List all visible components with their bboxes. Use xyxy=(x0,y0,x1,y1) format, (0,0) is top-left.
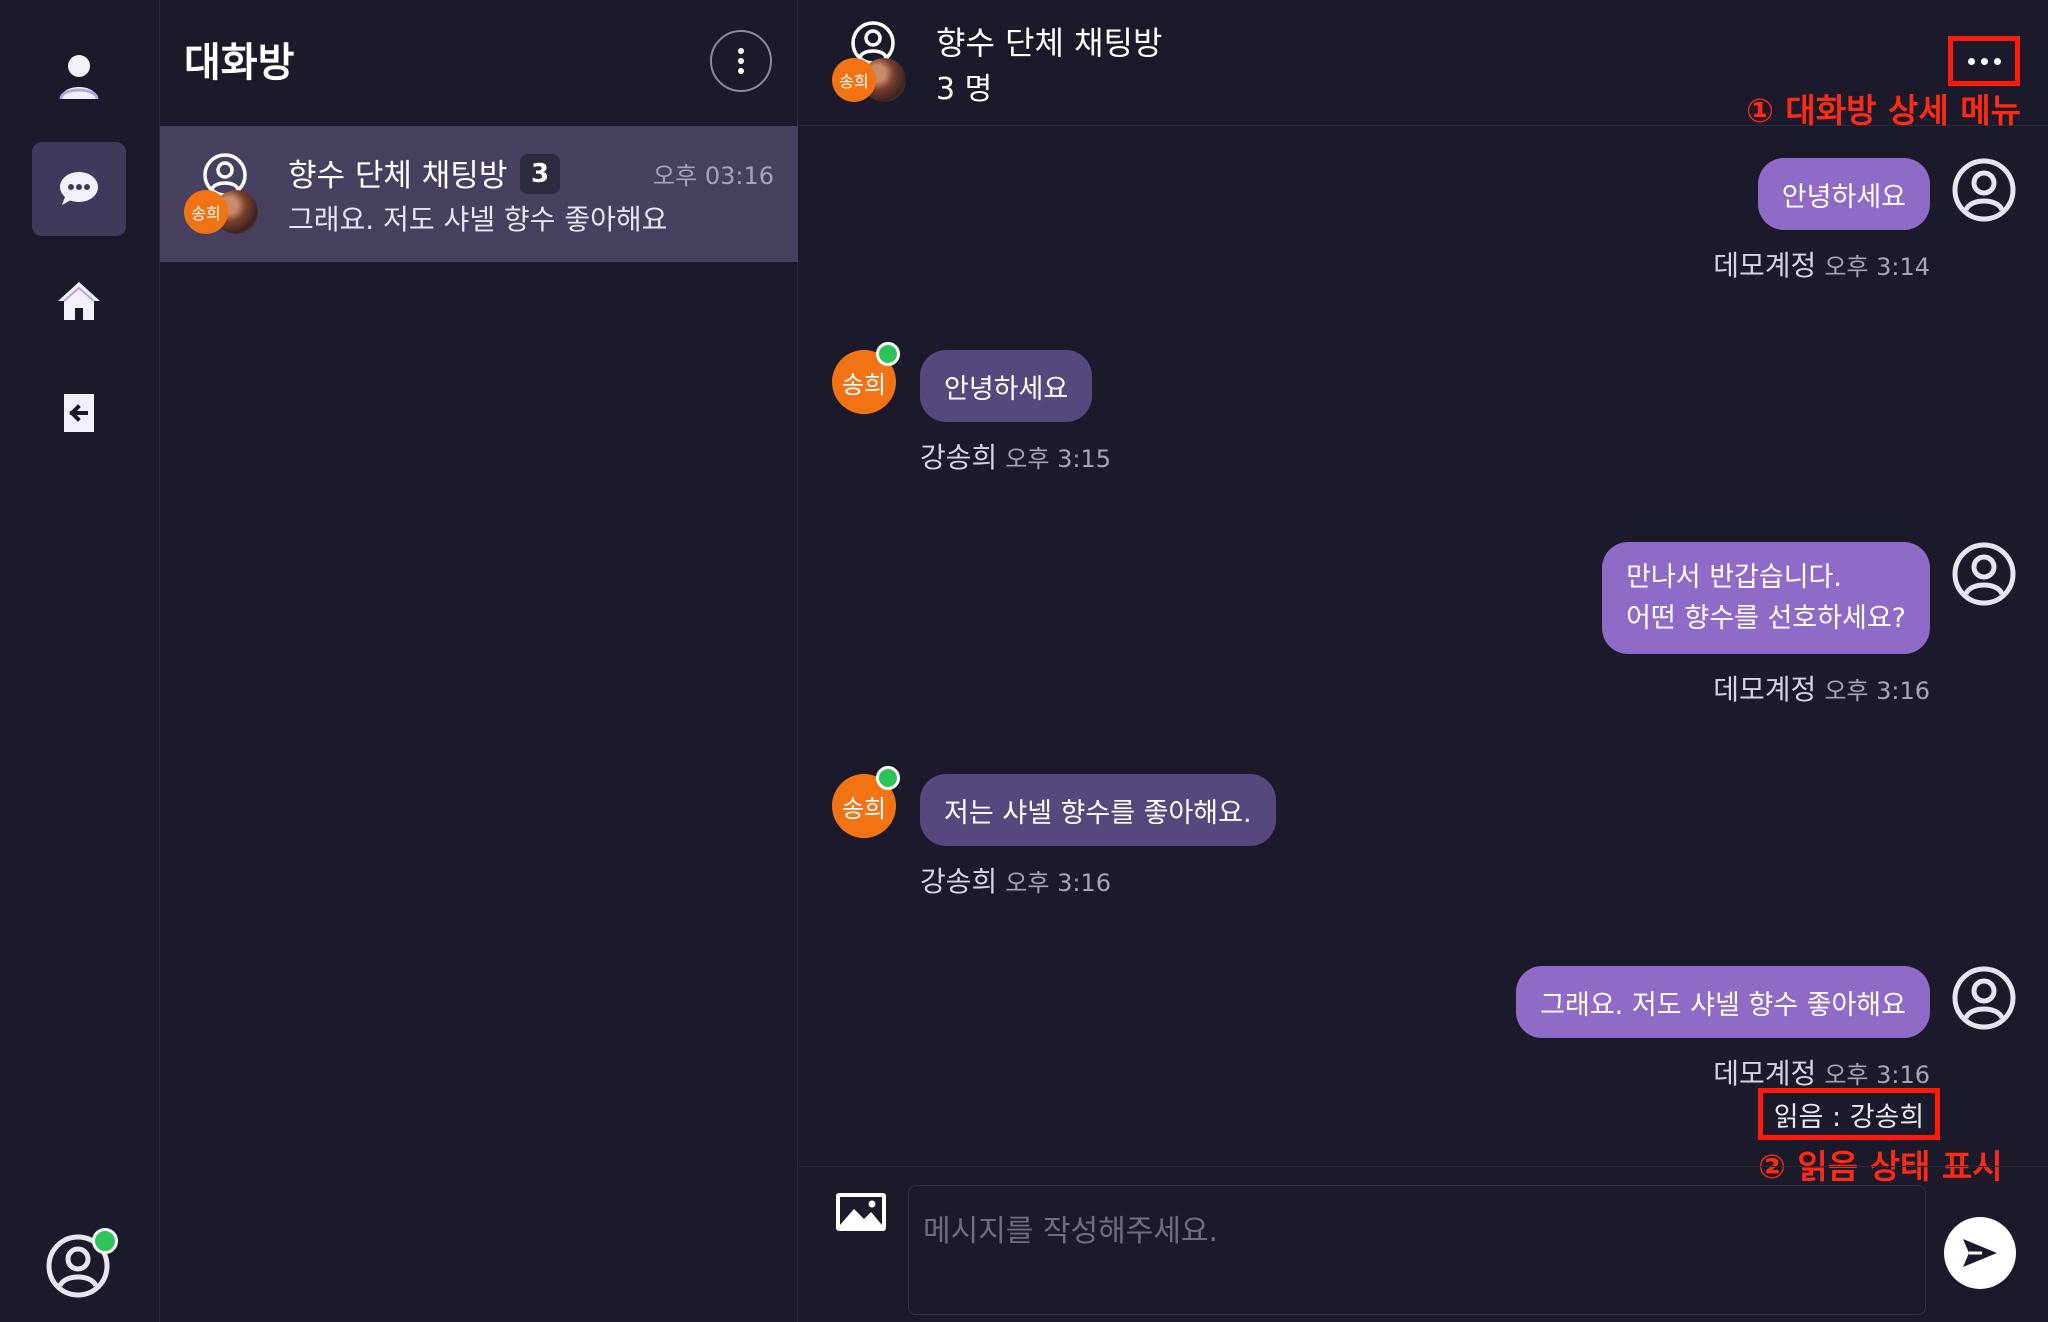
chat-title: 향수 단체 채팅방 xyxy=(936,24,1163,62)
chat-member-count: 3 명 xyxy=(936,72,993,107)
read-status-label: 읽음 : 강송희 xyxy=(1758,1088,1940,1140)
sender-name: 데모계정 xyxy=(1713,249,1817,282)
message-meta: 데모계정 오후 3:16 xyxy=(1713,1052,1930,1092)
online-status-dot xyxy=(876,342,900,366)
member-count-badge: 3 xyxy=(520,154,560,194)
vertical-dots-icon xyxy=(738,48,744,74)
chat-bubble-icon xyxy=(60,172,98,205)
room-list-item[interactable]: 송희 향수 단체 채팅방 3 오후 03:16 그래요. 저도 샤넬 향수 좋아… xyxy=(160,126,798,262)
chat-panel: 송희 향수 단체 채팅방 3 명 ① 대화방 상세 메뉴 안녕하세요 데모계정 오… xyxy=(798,0,2048,1322)
chat-detail-menu-button[interactable] xyxy=(1948,36,2020,86)
send-button[interactable] xyxy=(1944,1217,2016,1289)
message-time: 오후 3:16 xyxy=(1005,869,1111,897)
room-name: 향수 단체 채팅방 xyxy=(288,158,508,194)
message-text-line: 만나서 반갑습니다. xyxy=(1626,562,1842,593)
attach-image-button[interactable] xyxy=(834,1191,888,1233)
message-text: 저는 샤넬 향수를 좋아해요. xyxy=(944,797,1252,829)
room-list-panel: 대화방 송희 향수 단체 채팅방 3 오후 03:16 그래요. 저도 샤넬 향… xyxy=(160,0,798,1322)
message-text: 안녕하세요 xyxy=(1781,181,1906,213)
online-status-dot xyxy=(92,1228,118,1254)
message-meta: 강송희 오후 3:15 xyxy=(920,436,1111,476)
room-list-title: 대화방 xyxy=(184,40,295,86)
message-text-line: 어떤 향수를 선호하세요? xyxy=(1626,603,1906,634)
send-icon xyxy=(1963,1239,1997,1267)
user-circle-icon xyxy=(1952,542,2016,606)
more-horizontal-icon xyxy=(1967,57,2001,65)
message-text: 안녕하세요 xyxy=(944,373,1069,405)
my-message-bubble: 그래요. 저도 샤넬 향수 좋아해요 xyxy=(1516,966,1930,1038)
home-icon xyxy=(58,282,100,320)
chat-group-avatar: 송희 xyxy=(832,20,912,102)
message-meta: 데모계정 오후 3:16 xyxy=(1713,668,1930,708)
room-time: 오후 03:16 xyxy=(653,162,774,190)
message-meta: 강송희 오후 3:16 xyxy=(920,860,1111,900)
nav-rail xyxy=(0,0,160,1322)
message-time: 오후 3:16 xyxy=(1824,1061,1930,1089)
room-group-avatar: 송희 xyxy=(184,152,264,234)
message-time: 오후 3:16 xyxy=(1824,677,1930,705)
sender-name: 강송희 xyxy=(920,865,998,898)
chat-header: 송희 향수 단체 채팅방 3 명 ① 대화방 상세 메뉴 xyxy=(798,0,2048,130)
room-last-message: 그래요. 저도 샤넬 향수 좋아해요 xyxy=(288,203,668,236)
logout-icon xyxy=(64,394,94,432)
partner-avatar: 송희 xyxy=(832,766,900,838)
user-circle-icon xyxy=(1952,158,2016,222)
room-list-menu-button[interactable] xyxy=(710,30,772,92)
partner-initials: 송희 xyxy=(841,370,887,399)
nav-home-button[interactable] xyxy=(32,254,126,348)
sender-name: 강송희 xyxy=(920,441,998,474)
my-message-bubble: 안녕하세요 xyxy=(1757,158,1930,230)
message-input[interactable] xyxy=(908,1185,1926,1315)
annotation-detail-menu: ① 대화방 상세 메뉴 xyxy=(1746,91,2021,130)
my-profile-avatar[interactable] xyxy=(46,1228,118,1298)
sender-name: 데모계정 xyxy=(1713,1057,1817,1090)
partner-message-bubble: 안녕하세요 xyxy=(920,350,1093,422)
user-circle-icon xyxy=(1952,966,2016,1030)
nav-chat-button[interactable] xyxy=(32,142,126,236)
member-avatar-initials: 송희 xyxy=(184,190,228,234)
partner-initials: 송희 xyxy=(841,794,887,823)
message-composer xyxy=(798,1166,2048,1322)
nav-logout-button[interactable] xyxy=(32,366,126,460)
image-icon xyxy=(836,1193,886,1231)
nav-profile-button[interactable] xyxy=(32,30,126,124)
message-text: 그래요. 저도 샤넬 향수 좋아해요 xyxy=(1540,989,1906,1021)
member-avatar-initials: 송희 xyxy=(832,58,876,102)
message-time: 오후 3:15 xyxy=(1005,445,1111,473)
message-time: 오후 3:14 xyxy=(1824,253,1930,281)
user-icon xyxy=(59,55,99,100)
message-meta: 데모계정 오후 3:14 xyxy=(1713,244,1930,284)
my-message-bubble: 만나서 반갑습니다. 어떤 향수를 선호하세요? xyxy=(1602,542,1930,654)
partner-message-bubble: 저는 샤넬 향수를 좋아해요. xyxy=(920,774,1276,846)
sender-name: 데모계정 xyxy=(1713,673,1817,706)
online-status-dot xyxy=(876,766,900,790)
partner-avatar: 송희 xyxy=(832,342,900,414)
